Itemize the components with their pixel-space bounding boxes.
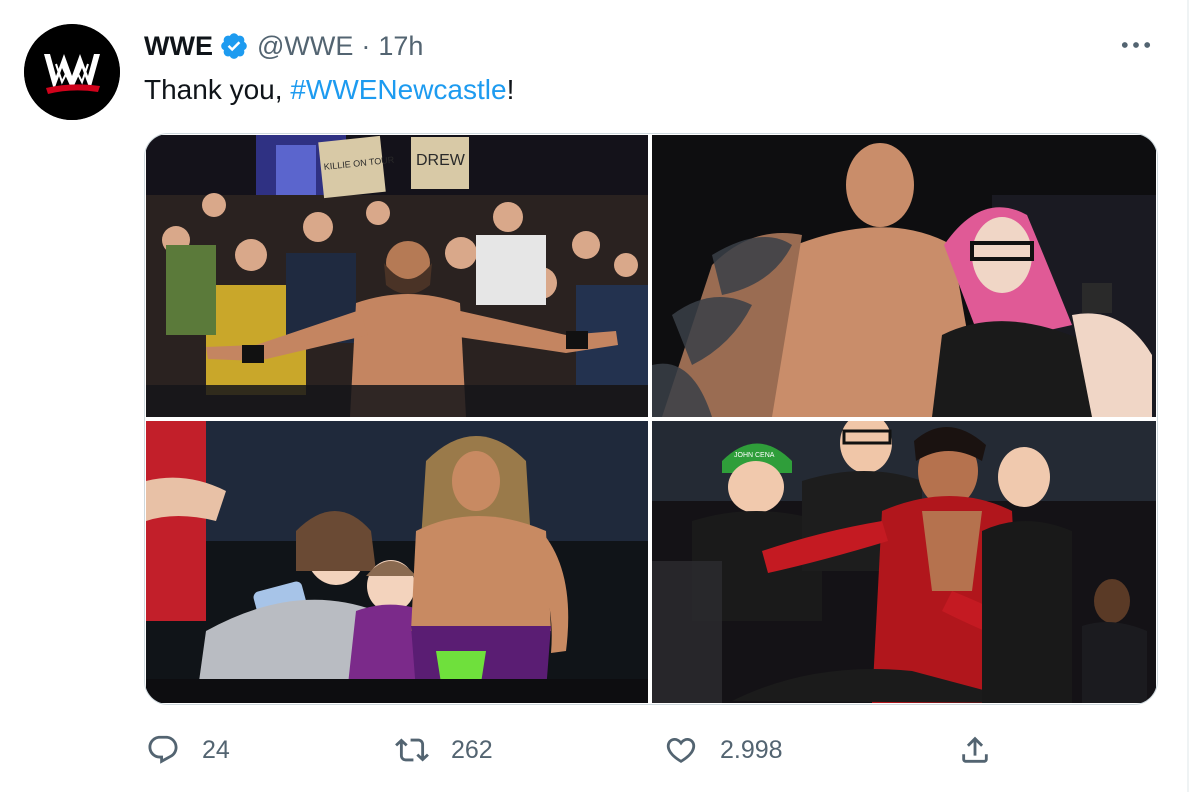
hashtag-link[interactable]: #WWENewcastle — [290, 74, 506, 105]
like-button[interactable]: 2.998 — [664, 728, 783, 772]
retweet-count: 262 — [451, 735, 493, 764]
share-button[interactable] — [958, 728, 992, 772]
tweet-actions: 24 262 2.998 — [0, 728, 1200, 772]
reply-button[interactable]: 24 — [146, 728, 230, 772]
sign-drew: DREW — [416, 152, 466, 169]
tweet-text-suffix: ! — [506, 74, 515, 105]
reply-icon — [146, 733, 180, 767]
photo-shinsuke-nakamura-fans[interactable]: JOHN CENA — [652, 421, 1156, 703]
reply-count: 24 — [202, 735, 230, 764]
verified-badge-icon — [219, 31, 249, 61]
wwe-logo — [24, 24, 120, 120]
timeline-border — [1187, 0, 1189, 792]
tweet-text: Thank you, #WWENewcastle! — [144, 70, 514, 110]
photo-drew-mcintyre-crowd[interactable]: KILLIE ON TOUR DREW — [146, 135, 648, 417]
more-options-icon[interactable] — [1116, 30, 1156, 60]
share-icon — [958, 733, 992, 767]
tweet-header: WWE @WWE · 17h — [144, 24, 423, 68]
retweet-icon — [395, 733, 429, 767]
author-handle[interactable]: @WWE — [257, 31, 353, 62]
retweet-button[interactable]: 262 — [395, 728, 493, 772]
heart-icon — [664, 733, 698, 767]
like-count: 2.998 — [720, 735, 783, 764]
avatar[interactable] — [24, 24, 120, 120]
photo-randy-orton-fan[interactable] — [652, 135, 1156, 417]
tweet-text-prefix: Thank you, — [144, 74, 291, 105]
media-grid: KILLIE ON TOUR DREW JOHN CENA — [144, 133, 1158, 705]
photo-matt-riddle-kids[interactable] — [146, 421, 648, 703]
tweet-timestamp[interactable]: 17h — [378, 31, 423, 62]
separator-dot: · — [361, 30, 371, 61]
cap-text: JOHN CENA — [734, 452, 775, 459]
author-name[interactable]: WWE — [144, 31, 213, 62]
